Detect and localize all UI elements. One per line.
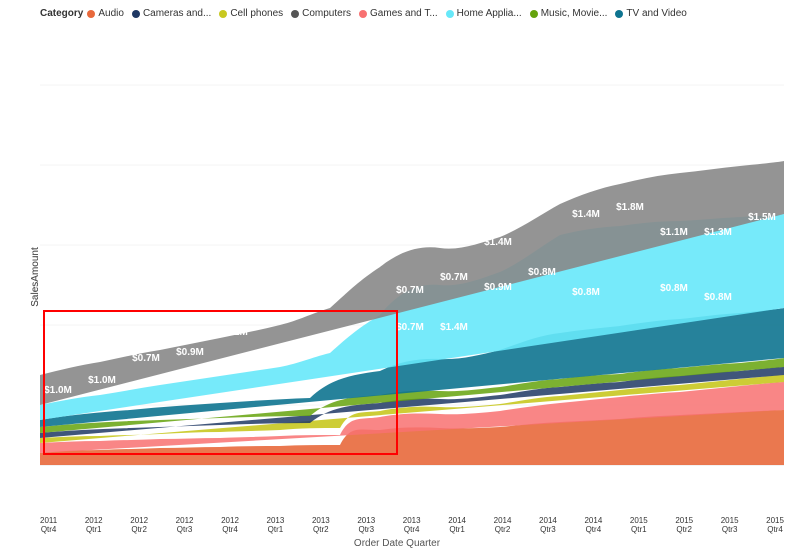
svg-text:$1.4M: $1.4M [572,209,600,220]
legend-dot-cameras [132,10,140,18]
legend-text-audio: Audio [98,8,124,19]
x-tick-7: 2013Qtr3 [357,516,375,535]
legend-text-cellphones: Cell phones [230,8,283,19]
legend-item-audio: Audio [87,8,124,19]
legend-text-home: Home Applia... [457,8,522,19]
x-axis-label: Order Date Quarter [354,538,440,549]
svg-text:$1.3M: $1.3M [352,257,380,268]
svg-text:$0.8M: $0.8M [572,287,600,298]
svg-text:$1.4M: $1.4M [440,322,468,333]
x-tick-5: 2013Qtr1 [267,516,285,535]
y-axis-label: SalesAmount [30,247,41,306]
legend-item-cellphones: Cell phones [219,8,283,19]
legend-item-tv: TV and Video [615,8,686,19]
x-tick-10: 2014Qtr2 [494,516,512,535]
x-tick-2: 2012Qtr2 [130,516,148,535]
svg-text:$1.8M: $1.8M [616,202,644,213]
x-tick-12: 2014Qtr4 [584,516,602,535]
svg-text:$1.3M: $1.3M [704,227,732,238]
legend-category-label: Category [40,8,83,19]
x-tick-16: 2015Qtr4 [766,516,784,535]
legend-item-cameras: Cameras and... [132,8,211,19]
svg-text:$0.7M: $0.7M [396,285,424,296]
svg-text:$1.1M: $1.1M [220,327,248,338]
legend-text-cameras: Cameras and... [143,8,211,19]
svg-text:$1.9M: $1.9M [528,197,556,208]
x-tick-9: 2014Qtr1 [448,516,466,535]
svg-text:$0.8M: $0.8M [528,267,556,278]
x-tick-15: 2015Qtr3 [721,516,739,535]
chart-area: $2.5M $2.0M $1.5M $1.0M $0.5M $0M $1.0M … [40,35,784,503]
svg-text:$1.1M: $1.1M [264,312,292,323]
x-tick-0: 2011Qtr4 [40,516,57,535]
legend-item-home: Home Applia... [446,8,522,19]
chart-svg: $2.5M $2.0M $1.5M $1.0M $0.5M $0M $1.0M … [40,35,784,503]
legend-dot-tv [615,10,623,18]
legend-dot-cellphones [219,10,227,18]
x-tick-14: 2015Qtr2 [675,516,693,535]
svg-text:$1.4M: $1.4M [484,237,512,248]
x-tick-6: 2013Qtr2 [312,516,330,535]
legend-dot-games [359,10,367,18]
legend-dot-computers [291,10,299,18]
legend-text-tv: TV and Video [626,8,686,19]
svg-text:$0.9M: $0.9M [484,282,512,293]
legend-dot-audio [87,10,95,18]
svg-text:$1.0M: $1.0M [44,385,72,396]
svg-text:$2.3M: $2.3M [308,273,336,284]
legend-text-music: Music, Movie... [541,8,608,19]
legend-text-computers: Computers [302,8,351,19]
svg-text:$0.8M: $0.8M [660,283,688,294]
svg-text:$0.7M: $0.7M [440,272,468,283]
legend-item-music: Music, Movie... [530,8,608,19]
chart-legend: Category Audio Cameras and... Cell phone… [40,8,695,19]
x-tick-3: 2012Qtr3 [176,516,194,535]
svg-text:$0.7M: $0.7M [132,353,160,364]
legend-item-computers: Computers [291,8,351,19]
svg-text:$0.9M: $0.9M [176,347,204,358]
svg-text:$1.5M: $1.5M [748,212,776,223]
svg-text:$1.1M: $1.1M [660,227,688,238]
svg-text:$0.8M: $0.8M [704,292,732,303]
x-tick-13: 2015Qtr1 [630,516,648,535]
svg-text:$0.7M: $0.7M [396,322,424,333]
legend-dot-music [530,10,538,18]
x-tick-11: 2014Qtr3 [539,516,557,535]
svg-text:$1.0M: $1.0M [88,375,116,386]
legend-item-games: Games and T... [359,8,438,19]
x-tick-8: 2013Qtr4 [403,516,421,535]
legend-text-games: Games and T... [370,8,438,19]
x-axis-ticks: 2011Qtr4 2012Qtr1 2012Qtr2 2012Qtr3 2012… [40,516,784,535]
x-tick-1: 2012Qtr1 [85,516,103,535]
legend-dot-home [446,10,454,18]
chart-container: Category Audio Cameras and... Cell phone… [0,0,794,553]
x-tick-4: 2012Qtr4 [221,516,239,535]
